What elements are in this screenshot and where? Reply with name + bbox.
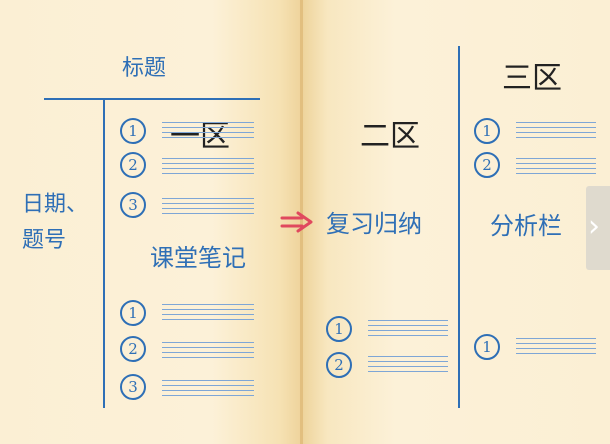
ruled-lines xyxy=(162,300,254,320)
number-circle: 2 xyxy=(326,352,352,378)
ruled-lines xyxy=(368,352,448,372)
ruled-lines xyxy=(162,376,254,396)
number-circle: 2 xyxy=(474,152,500,178)
ruled-lines xyxy=(162,338,254,358)
number-circle: 3 xyxy=(120,192,146,218)
title-label: 标题 xyxy=(122,56,167,81)
analysis-divider xyxy=(458,46,460,408)
ruled-lines xyxy=(516,118,596,138)
date-label-line1: 日期、 xyxy=(22,192,89,217)
margin-line xyxy=(103,98,105,408)
ruled-lines xyxy=(516,154,596,174)
chevron-right-icon: › xyxy=(588,209,600,244)
review-label: 复习归纳 xyxy=(326,210,422,238)
ruled-lines xyxy=(162,154,254,174)
number-circle: 2 xyxy=(120,152,146,178)
next-page-button[interactable]: › xyxy=(586,186,610,270)
number-circle: 1 xyxy=(474,118,500,144)
number-circle: 1 xyxy=(120,118,146,144)
ruled-lines xyxy=(162,194,254,214)
notes-label: 课堂笔记 xyxy=(150,244,246,272)
double-arrow-icon xyxy=(280,211,313,233)
zone2-label: 二区 xyxy=(360,119,420,154)
number-circle: 3 xyxy=(120,374,146,400)
zone3-label: 三区 xyxy=(502,61,562,96)
title-line xyxy=(44,98,260,100)
ruled-lines xyxy=(162,118,254,138)
analysis-label: 分析栏 xyxy=(490,212,562,240)
number-circle: 2 xyxy=(120,336,146,362)
number-circle: 1 xyxy=(120,300,146,326)
ruled-lines xyxy=(368,316,448,336)
number-circle: 1 xyxy=(326,316,352,342)
number-circle: 1 xyxy=(474,334,500,360)
ruled-lines xyxy=(516,334,596,354)
date-label-line2: 题号 xyxy=(22,228,67,253)
